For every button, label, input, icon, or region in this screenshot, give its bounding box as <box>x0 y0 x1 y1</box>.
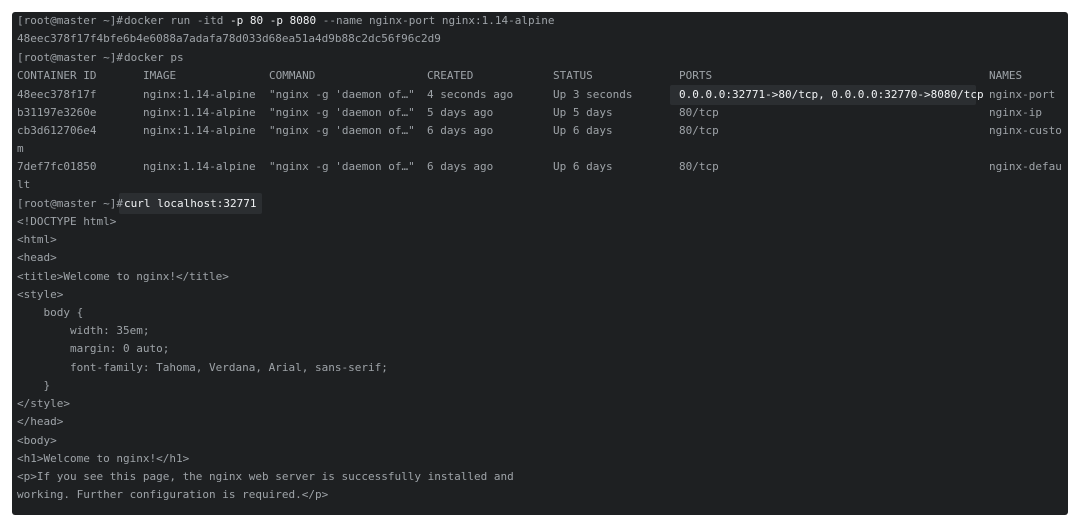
shell-prompt: [root@master ~]# <box>17 51 123 64</box>
html-output-line: <p>If you see this page, the nginx web s… <box>17 470 514 483</box>
container-id: b31197e3260e <box>17 106 97 119</box>
html-output-line: <head> <box>17 251 57 264</box>
container-command: "nginx -g 'daemon of…" <box>269 88 415 101</box>
column-header-ports: PORTS <box>679 69 713 82</box>
shell-prompt: [root@master ~]# <box>17 197 123 210</box>
terminal-window[interactable]: [root@master ~]# docker run -itd -p 80 -… <box>12 12 1068 515</box>
terminal-line-curl: [root@master ~]# curl localhost:32771 <box>17 195 256 213</box>
html-output-line: font-family: Tahoma, Verdana, Arial, san… <box>17 361 388 374</box>
shell-prompt: [root@master ~]# <box>17 14 123 27</box>
container-created: 6 days ago <box>427 160 494 173</box>
terminal-line-docker-ps: [root@master ~]# docker ps <box>17 49 184 67</box>
column-header-names: NAMES <box>989 69 1023 82</box>
container-command: "nginx -g 'daemon of…" <box>269 124 415 137</box>
container-name: nginx-ip <box>989 106 1042 119</box>
command-prefix: docker run -itd <box>124 14 230 27</box>
html-output-line: working. Further configuration is requir… <box>17 488 329 501</box>
container-ports: 80/tcp <box>679 106 719 119</box>
command-text: docker run -itd -p 80 -p 8080 --name ngi… <box>124 12 555 30</box>
html-output-line: } <box>17 379 51 392</box>
container-id: 7def7fc01850 <box>17 160 97 173</box>
table-row: cb3d612706e4 nginx:1.14-alpine "nginx -g… <box>17 122 1062 140</box>
command-text: docker ps <box>124 51 184 64</box>
container-created: 4 seconds ago <box>427 88 514 101</box>
container-name-wrap: m <box>17 142 24 155</box>
column-header-created: CREATED <box>427 69 474 82</box>
terminal-line-docker-run: [root@master ~]# docker run -itd -p 80 -… <box>17 12 555 30</box>
container-command: "nginx -g 'daemon of…" <box>269 160 415 173</box>
container-name: nginx-port <box>989 88 1056 101</box>
html-output-line: body { <box>17 306 84 319</box>
command-suffix: --name nginx-port nginx:1.14-alpine <box>316 14 555 27</box>
container-id: cb3d612706e4 <box>17 124 97 137</box>
container-status: Up 6 days <box>553 160 613 173</box>
curl-command-text: curl localhost:32771 <box>124 197 257 210</box>
container-status: Up 6 days <box>553 124 613 137</box>
container-image: nginx:1.14-alpine <box>143 88 256 101</box>
html-output-line: <title>Welcome to nginx!</title> <box>17 270 229 283</box>
container-name: nginx-defau <box>989 160 1062 173</box>
html-output-line: <!DOCTYPE html> <box>17 215 117 228</box>
container-image: nginx:1.14-alpine <box>143 160 256 173</box>
container-ports: 0.0.0.0:32771->80/tcp, 0.0.0.0:32770->80… <box>679 88 984 101</box>
html-output-line: <body> <box>17 434 57 447</box>
container-name: nginx-custo <box>989 124 1062 137</box>
container-id: 48eec378f17f <box>17 88 97 101</box>
table-row: 7def7fc01850 nginx:1.14-alpine "nginx -g… <box>17 158 1062 176</box>
html-output-line: <html> <box>17 233 57 246</box>
html-output-line: <h1>Welcome to nginx!</h1> <box>17 452 190 465</box>
html-output-line: width: 35em; <box>17 324 150 337</box>
command-flag-port-8080: -p 8080 <box>269 14 317 27</box>
container-command: "nginx -g 'daemon of…" <box>269 106 415 119</box>
ps-table-header: CONTAINER ID IMAGE COMMAND CREATED STATU… <box>17 67 1057 85</box>
container-image: nginx:1.14-alpine <box>143 124 256 137</box>
container-ports: 80/tcp <box>679 124 719 137</box>
html-output-line: </head> <box>17 415 64 428</box>
command-space <box>263 14 270 27</box>
container-hash-output: 48eec378f17f4bfe6b4e6088a7adafa78d033d68… <box>17 32 441 45</box>
column-header-container-id: CONTAINER ID <box>17 69 97 82</box>
container-ports: 80/tcp <box>679 160 719 173</box>
column-header-image: IMAGE <box>143 69 177 82</box>
container-name-wrap: lt <box>17 178 31 191</box>
container-status: Up 5 days <box>553 106 613 119</box>
column-header-status: STATUS <box>553 69 593 82</box>
html-output-line: margin: 0 auto; <box>17 342 170 355</box>
container-created: 6 days ago <box>427 124 494 137</box>
container-status: Up 3 seconds <box>553 88 633 101</box>
command-flag-port-80: -p 80 <box>229 14 264 27</box>
html-output-line: </style> <box>17 397 70 410</box>
container-image: nginx:1.14-alpine <box>143 106 256 119</box>
table-row: b31197e3260e nginx:1.14-alpine "nginx -g… <box>17 104 1057 122</box>
table-row: 48eec378f17f nginx:1.14-alpine "nginx -g… <box>17 86 1057 104</box>
column-header-command: COMMAND <box>269 69 316 82</box>
html-output-line: <style> <box>17 288 64 301</box>
container-created: 5 days ago <box>427 106 494 119</box>
